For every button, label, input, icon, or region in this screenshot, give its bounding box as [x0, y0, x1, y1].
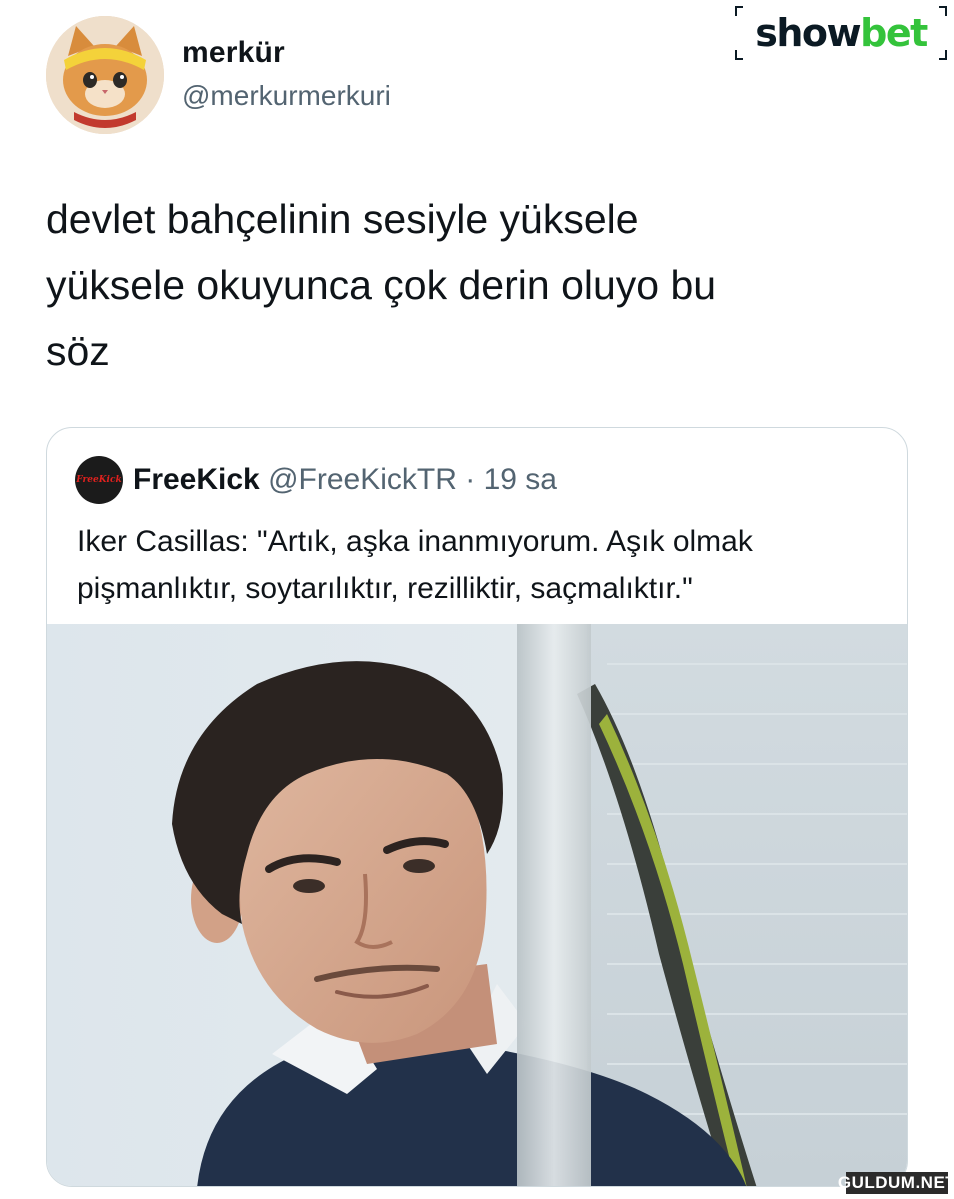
logo-corner	[939, 50, 947, 60]
author-handle[interactable]: @merkurmerkuri	[182, 80, 391, 112]
cat-avatar-image	[46, 16, 164, 134]
brand-logo: showbet	[735, 6, 947, 60]
author-display-name[interactable]: merkür	[182, 36, 285, 70]
quoted-author-name[interactable]: FreeKick	[133, 463, 260, 496]
quoted-tweet-text: Iker Casillas: "Artık, aşka inanmıyorum.…	[77, 525, 753, 605]
quoted-tweet-photo[interactable]	[47, 624, 907, 1186]
quoted-tweet-card[interactable]: FreeKick FreeKick @FreeKickTR · 19 sa Ik…	[46, 427, 908, 1187]
quoted-author-handle[interactable]: @FreeKickTR	[268, 463, 457, 496]
quoted-author-avatar[interactable]: FreeKick	[75, 456, 123, 504]
site-watermark: GULDUM.NET	[837, 1172, 954, 1194]
tweet-text: devlet bahçelinin sesiyle yüksele yüksel…	[46, 196, 717, 374]
header-separator: ·	[456, 463, 484, 496]
quoted-avatar-logo-text: FreeKick	[76, 475, 122, 485]
casillas-photo	[47, 624, 907, 1186]
author-avatar[interactable]	[46, 16, 164, 134]
logo-corner	[939, 6, 947, 16]
logo-corner	[735, 50, 743, 60]
logo-corner	[735, 6, 743, 16]
brand-wordmark-show: show	[755, 11, 861, 55]
brand-wordmark: showbet	[755, 11, 928, 55]
quoted-tweet-header: FreeKick @FreeKickTR · 19 sa	[133, 458, 557, 502]
brand-wordmark-bet: bet	[860, 11, 928, 55]
quoted-tweet-time[interactable]: 19 sa	[484, 463, 557, 496]
